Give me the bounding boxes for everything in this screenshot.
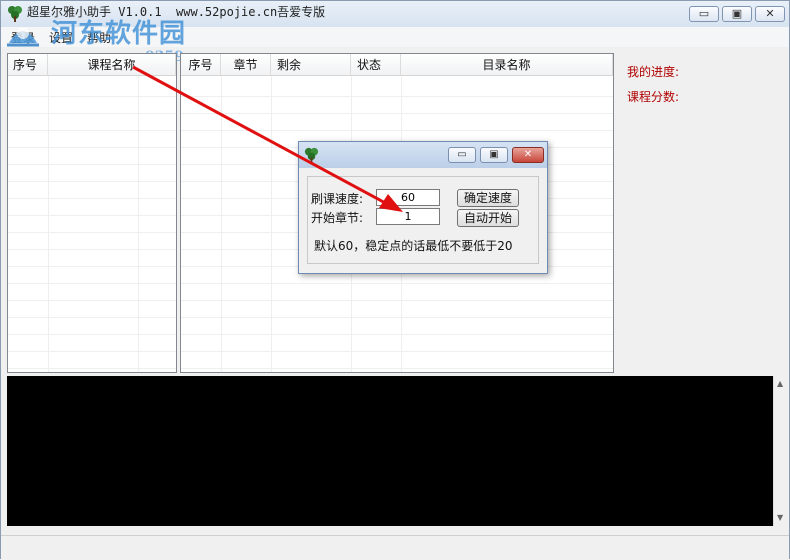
grid-row-line xyxy=(8,130,176,131)
log-scrollbar[interactable]: ▲ ▼ xyxy=(773,376,788,526)
close-button[interactable]: ✕ xyxy=(755,6,785,22)
confirm-speed-button[interactable]: 确定速度 xyxy=(457,189,519,207)
auto-start-button[interactable]: 自动开始 xyxy=(457,209,519,227)
grid-row-line xyxy=(8,96,176,97)
grid-row-line xyxy=(181,317,613,318)
grid-row-line xyxy=(8,351,176,352)
maximize-button[interactable]: ▣ xyxy=(722,6,752,22)
grid-row-line xyxy=(8,164,176,165)
grid-row-line xyxy=(181,334,613,335)
course-list[interactable]: 序号 课程名称 xyxy=(7,53,177,373)
minimize-button[interactable]: ▭ xyxy=(689,6,719,22)
grid-line xyxy=(271,76,272,372)
grid-row-line xyxy=(8,232,176,233)
grid-row-line xyxy=(181,351,613,352)
column-header-index[interactable]: 序号 xyxy=(8,54,48,76)
column-header-status[interactable]: 状态 xyxy=(351,54,401,76)
grid-row-line xyxy=(8,215,176,216)
grid-row-line xyxy=(8,368,176,369)
grid-line xyxy=(138,76,139,372)
grid-row-line xyxy=(181,130,613,131)
column-header-directory-name[interactable]: 目录名称 xyxy=(401,54,613,76)
start-chapter-input[interactable]: 1 xyxy=(376,208,440,225)
dialog-maximize-button[interactable]: ▣ xyxy=(480,147,508,163)
speed-label: 刷课速度: xyxy=(311,192,364,206)
status-bar xyxy=(1,535,789,560)
grid-row-line xyxy=(181,368,613,369)
main-window: 超星尔雅小助手 V1.0.1 www.52pojie.cn吾爱专版 ▭ ▣ ✕ … xyxy=(0,0,790,560)
dialog-close-button[interactable]: ✕ xyxy=(512,147,544,163)
scroll-up-icon[interactable]: ▲ xyxy=(777,379,783,388)
grid-row-line xyxy=(8,181,176,182)
grid-row-line xyxy=(181,96,613,97)
grid-row-line xyxy=(8,334,176,335)
log-output[interactable] xyxy=(7,376,773,526)
column-header-index[interactable]: 序号 xyxy=(181,54,221,76)
scroll-down-icon[interactable]: ▼ xyxy=(777,513,783,522)
grid-row-line xyxy=(8,249,176,250)
watermark-title: 河东软件园 xyxy=(51,19,187,49)
grid-row-line xyxy=(181,283,613,284)
column-header-course-name[interactable]: 课程名称 xyxy=(48,54,176,76)
grid-row-line xyxy=(181,113,613,114)
grid-row-line xyxy=(8,300,176,301)
speed-input[interactable]: 60 xyxy=(376,189,440,206)
grid-row-line xyxy=(8,198,176,199)
info-panel: 我的进度: 课程分数: xyxy=(620,53,788,373)
grid-row-line xyxy=(8,266,176,267)
dialog-minimize-button[interactable]: ▭ xyxy=(448,147,476,163)
column-header-remaining[interactable]: 剩余 xyxy=(271,54,351,76)
grid-row-line xyxy=(8,317,176,318)
grid-row-line xyxy=(8,283,176,284)
watermark-logo-icon xyxy=(7,27,39,47)
progress-label: 我的进度: xyxy=(627,65,680,79)
grid-line xyxy=(48,76,49,372)
grid-row-line xyxy=(181,300,613,301)
clover-icon xyxy=(304,147,319,163)
score-label: 课程分数: xyxy=(627,90,680,104)
grid-row-line xyxy=(8,113,176,114)
dialog-title-bar[interactable]: ▭ ▣ ✕ xyxy=(299,142,547,168)
speed-dialog: ▭ ▣ ✕ 刷课速度: 60 确定速度 开始章节: 1 自动开始 默认60，稳定… xyxy=(298,141,548,274)
column-header-chapter[interactable]: 章节 xyxy=(221,54,271,76)
grid-row-line xyxy=(8,147,176,148)
dialog-hint: 默认60，稳定点的话最低不要低于20 xyxy=(314,239,513,253)
grid-line xyxy=(221,76,222,372)
start-chapter-label: 开始章节: xyxy=(311,211,364,225)
